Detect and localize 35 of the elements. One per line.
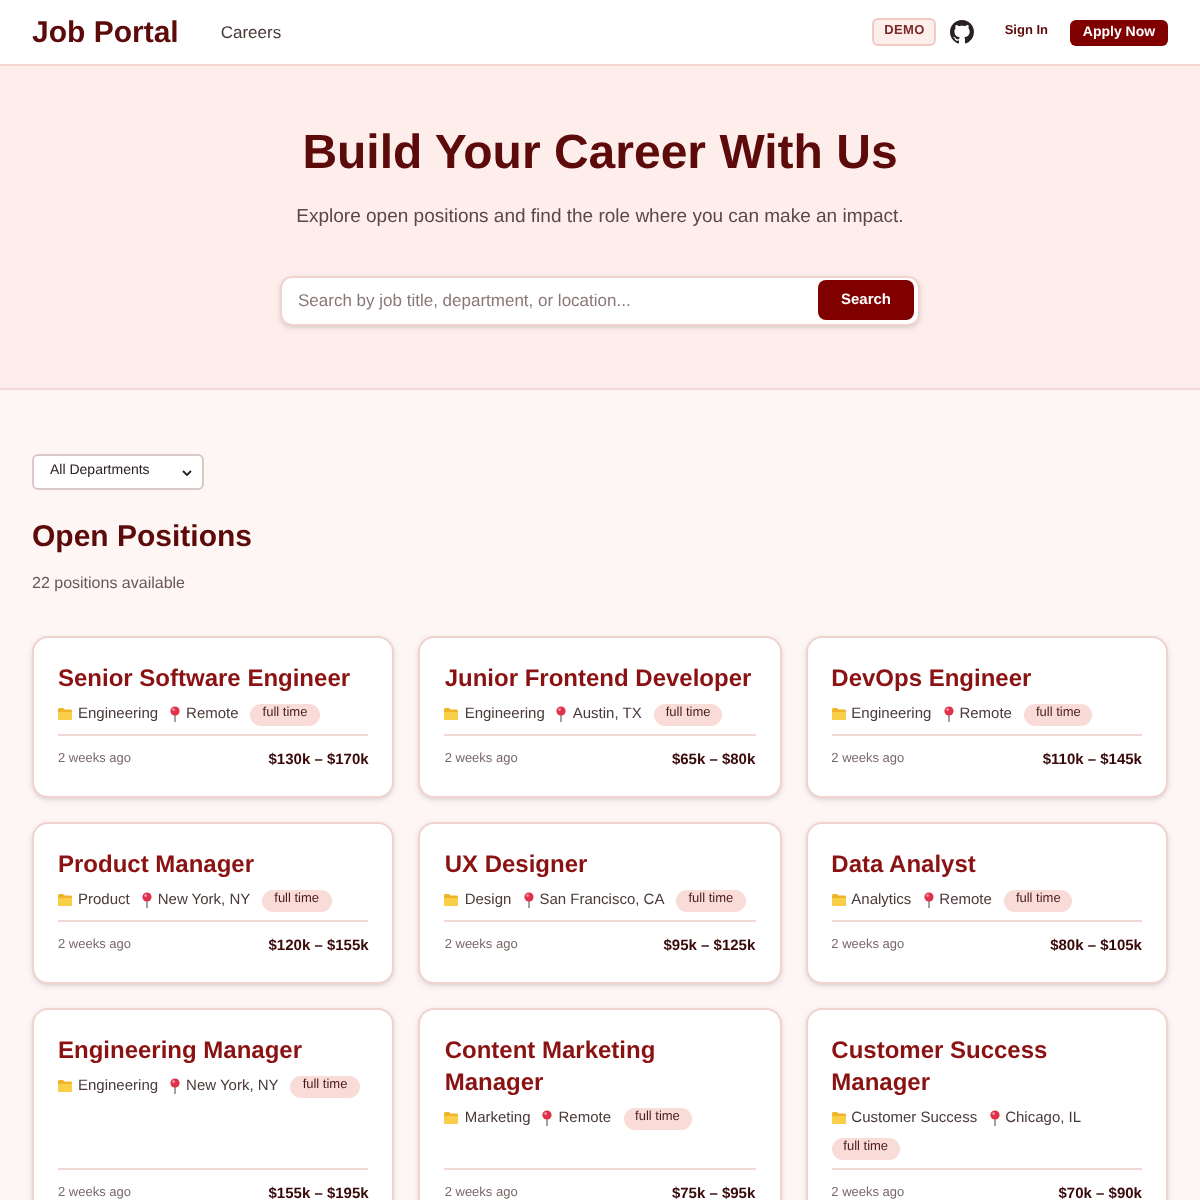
hero-subtitle: Explore open positions and find the role where you can make an impact. [296, 206, 904, 230]
folder-icon [444, 894, 459, 906]
folder-icon [831, 894, 846, 906]
folder-icon [58, 894, 72, 906]
pin-icon [523, 892, 534, 908]
job-title: Customer Success Manager [831, 1034, 1050, 1098]
pin-icon [556, 706, 567, 722]
folder-icon [831, 708, 846, 720]
pin-icon [170, 706, 181, 722]
job-title: Product Manager [58, 848, 257, 880]
hero-title: Build Your Career With Us [302, 124, 898, 184]
pin-icon [542, 1110, 553, 1126]
job-title: Junior Frontend Developer [444, 662, 754, 694]
job-title: Data Analyst [831, 848, 978, 880]
job-title: Senior Software Engineer [58, 662, 353, 694]
pin-icon [989, 1110, 1000, 1126]
folder-icon [444, 708, 459, 720]
folder-icon [58, 708, 72, 720]
job-title: DevOps Engineer [831, 662, 1034, 694]
folder-icon [58, 1080, 72, 1092]
chevron-down-icon [182, 469, 192, 475]
pin-icon [141, 892, 152, 908]
section-title: Open Positions [32, 518, 255, 558]
job-title: Engineering Manager [58, 1034, 305, 1066]
job-title: Content Marketing Manager [444, 1034, 658, 1098]
pin-icon [170, 1078, 181, 1094]
folder-icon [831, 1112, 846, 1124]
positions-count: 22 positions available [32, 572, 187, 596]
job-title: UX Designer [444, 848, 590, 880]
nav-link[interactable]: Careers [220, 23, 282, 41]
pin-icon [923, 892, 934, 908]
folder-icon [444, 1112, 459, 1124]
github-icon[interactable] [950, 20, 975, 44]
pin-icon [943, 706, 954, 722]
logo-text[interactable]: Job Portal [32, 17, 179, 47]
